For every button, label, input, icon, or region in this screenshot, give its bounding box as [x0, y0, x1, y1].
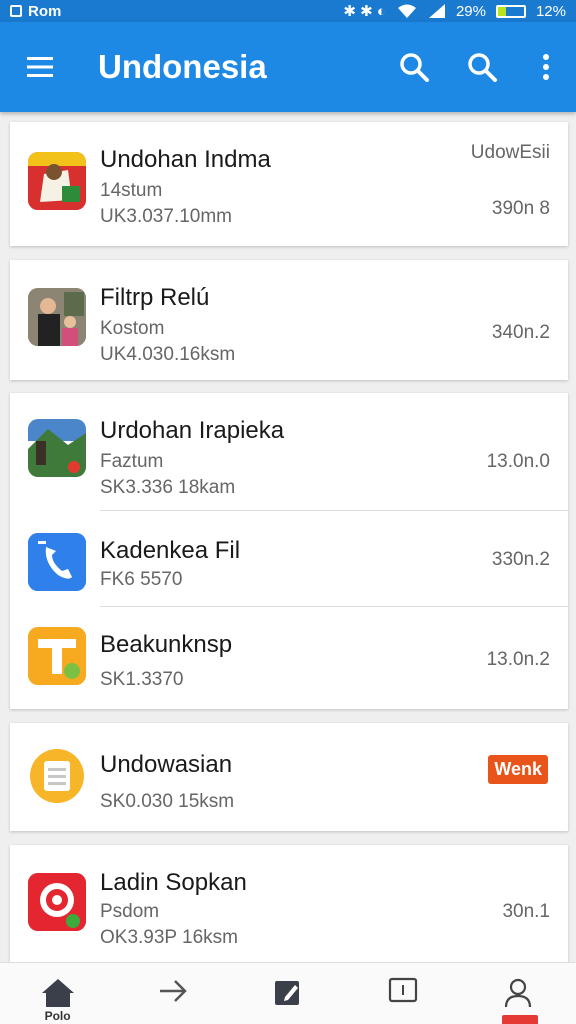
- nav-home[interactable]: Polo: [8, 963, 108, 1024]
- item-detail: SK3.336 18kam: [100, 477, 236, 498]
- app-bar: Undonesia: [0, 22, 576, 112]
- bottom-nav: Polo: [0, 962, 576, 1024]
- arrow-right-icon: [159, 980, 187, 1002]
- page-title: Undonesia: [98, 48, 267, 85]
- status-left-text: Rom: [28, 2, 62, 20]
- item-title: Undohan Indma: [100, 146, 271, 173]
- home-icon: [41, 979, 74, 1007]
- item-subtitle: Kostom: [100, 318, 165, 339]
- notification-badge: [502, 1015, 539, 1024]
- search-icon: [400, 53, 429, 82]
- signal-icon: [428, 4, 445, 18]
- item-title: Ladin Sopkan: [100, 869, 247, 896]
- phone-app-icon: [28, 533, 86, 591]
- item-subtitle: FK6 5570: [100, 569, 183, 590]
- wifi-icon: [397, 4, 416, 18]
- item-title: Kadenkea Fil: [100, 537, 241, 564]
- item-value: 330n.2: [491, 549, 550, 570]
- item-value: 13.0n.0: [486, 451, 550, 472]
- list-item[interactable]: Ladin Sopkan Psdom OK3.93P 16ksm 30n.1: [10, 845, 568, 965]
- list-item[interactable]: Undowasian SK0.030 15ksm Wenk: [10, 723, 568, 831]
- item-value: 390n 8: [491, 198, 550, 219]
- battery-fill: [497, 6, 506, 16]
- item-detail: OK3.93P 16ksm: [100, 927, 239, 948]
- people-photo-icon: [28, 288, 86, 346]
- alt-percent: 12%: [535, 2, 566, 20]
- item-detail: UK3.037.10mm: [100, 206, 233, 227]
- item-subtitle: Faztum: [100, 451, 164, 472]
- item-title: Beakunknsp: [100, 631, 233, 658]
- nav-profile[interactable]: [468, 963, 568, 1024]
- item-value: 13.0n.2: [486, 649, 550, 670]
- status-bar: Rom ✱ ✱ ◐ 29% 12%: [0, 0, 576, 22]
- list-item[interactable]: Kadenkea Fil FK6 5570 330n.2: [10, 511, 568, 607]
- item-value: 340n.2: [491, 322, 550, 343]
- nav-home-label: Polo: [44, 1009, 71, 1023]
- list-item[interactable]: Filtrp Relú Kostom UK4.030.16ksm 340n.2: [10, 260, 568, 380]
- nav-forward[interactable]: [123, 963, 223, 1024]
- list-card: Ladin Sopkan Psdom OK3.93P 16ksm 30n.1: [10, 845, 568, 965]
- item-subtitle: 14stum: [100, 180, 163, 201]
- tablet-icon: [389, 977, 418, 1003]
- list-card: Filtrp Relú Kostom UK4.030.16ksm 340n.2: [10, 260, 568, 380]
- item-value: 30n.1: [502, 901, 550, 922]
- flag-app-icon: [28, 152, 86, 210]
- status-badge[interactable]: Wenk: [488, 755, 548, 784]
- status-icons: ✱ ✱ ◐: [343, 3, 386, 20]
- document-app-icon: [28, 747, 86, 805]
- item-title: Urdohan Irapieka: [100, 417, 285, 444]
- list-card: Urdohan Irapieka Faztum SK3.336 18kam 13…: [10, 393, 568, 709]
- list-card: Undowasian SK0.030 15ksm Wenk: [10, 723, 568, 831]
- nav-tablet[interactable]: [353, 963, 453, 1024]
- nav-edit[interactable]: [238, 963, 338, 1024]
- item-detail: SK0.030 15ksm: [100, 791, 235, 812]
- search-button[interactable]: [380, 22, 448, 112]
- more-vert-icon: [543, 54, 549, 80]
- target-app-icon: [28, 873, 86, 931]
- status-left: Rom: [10, 3, 61, 20]
- notification-icon: [10, 5, 22, 17]
- search-icon: [468, 53, 497, 82]
- menu-icon: [27, 57, 53, 77]
- list-item[interactable]: Urdohan Irapieka Faztum SK3.336 18kam 13…: [10, 393, 568, 511]
- profile-icon: [505, 978, 532, 1008]
- battery-icon: [495, 4, 526, 18]
- item-subtitle: Psdom: [100, 901, 160, 922]
- search-button-2[interactable]: [448, 22, 516, 112]
- menu-button[interactable]: [0, 22, 80, 112]
- list-item[interactable]: Beakunknsp SK1.3370 13.0n.2: [10, 607, 568, 709]
- t-app-icon: [28, 627, 86, 685]
- more-options-button[interactable]: [516, 22, 576, 112]
- list-item[interactable]: Undohan Indma 14stum UK3.037.10mm UdowEs…: [10, 122, 568, 246]
- battery-percent: 29%: [455, 2, 486, 20]
- item-detail: UK4.030.16ksm: [100, 344, 236, 365]
- item-title: Filtrp Relú: [100, 284, 210, 311]
- item-detail: SK1.3370: [100, 669, 184, 690]
- status-right: ✱ ✱ ◐ 29% 12%: [343, 2, 566, 21]
- item-source: UdowEsii: [470, 142, 550, 163]
- landscape-app-icon: [28, 419, 86, 477]
- item-title: Undowasian: [100, 751, 233, 778]
- list-card: Undohan Indma 14stum UK3.037.10mm UdowEs…: [10, 122, 568, 246]
- edit-icon: [274, 981, 299, 1005]
